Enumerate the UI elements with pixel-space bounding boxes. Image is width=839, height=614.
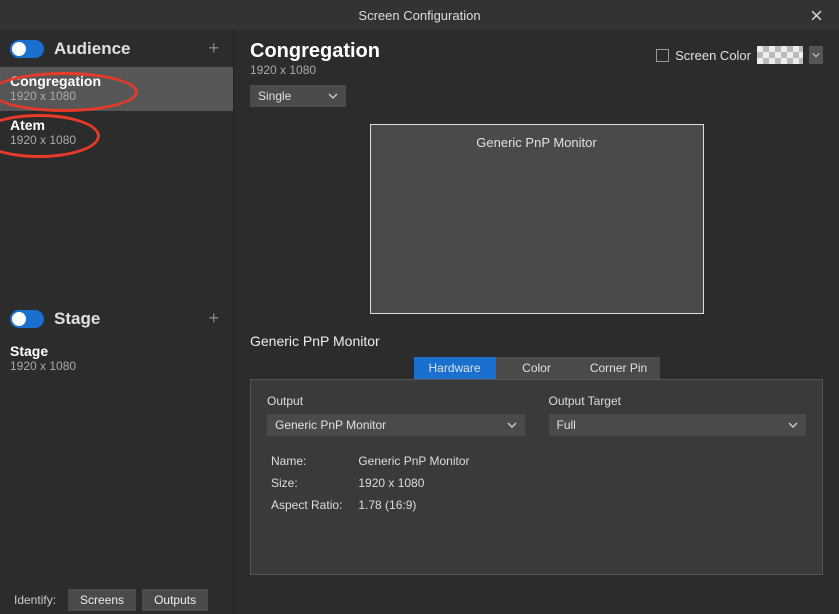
close-button[interactable] bbox=[794, 0, 839, 30]
screen-color-label: Screen Color bbox=[675, 48, 751, 63]
sidebar-item-congregation[interactable]: Congregation 1920 x 1080 bbox=[0, 67, 233, 111]
sidebar-item-atem[interactable]: Atem 1920 x 1080 bbox=[0, 111, 233, 155]
sidebar-item-resolution: 1920 x 1080 bbox=[10, 133, 223, 147]
identify-bar: Identify: Screens Outputs bbox=[0, 586, 233, 614]
info-name-value: Generic PnP Monitor bbox=[358, 454, 469, 468]
output-target-dropdown[interactable]: Full bbox=[549, 414, 807, 436]
window-title: Screen Configuration bbox=[358, 8, 480, 23]
chevron-down-icon bbox=[788, 420, 798, 430]
info-ar-label: Aspect Ratio: bbox=[271, 498, 355, 512]
screen-color-dropdown[interactable] bbox=[809, 46, 823, 64]
identify-screens-button[interactable]: Screens bbox=[68, 589, 136, 611]
identify-label: Identify: bbox=[14, 593, 56, 607]
audience-toggle[interactable] bbox=[10, 40, 44, 58]
monitor-preview[interactable]: Generic PnP Monitor bbox=[370, 124, 704, 314]
tab-corner-pin[interactable]: Corner Pin bbox=[578, 357, 660, 379]
sidebar-item-label: Stage bbox=[10, 343, 223, 359]
tab-color[interactable]: Color bbox=[496, 357, 578, 379]
output-target-label: Output Target bbox=[549, 394, 807, 408]
page-title: Congregation bbox=[250, 40, 656, 63]
details-title: Generic PnP Monitor bbox=[250, 333, 823, 349]
chevron-down-icon bbox=[507, 420, 517, 430]
screen-color-checkbox[interactable] bbox=[656, 49, 669, 62]
monitor-info: Name: Generic PnP Monitor Size: 1920 x 1… bbox=[267, 454, 806, 512]
stage-label: Stage bbox=[54, 309, 204, 329]
info-size-label: Size: bbox=[271, 476, 355, 490]
sidebar-item-stage[interactable]: Stage 1920 x 1080 bbox=[0, 337, 233, 381]
details-body: Output Generic PnP Monitor Output Target… bbox=[250, 379, 823, 575]
info-name-label: Name: bbox=[271, 454, 355, 468]
output-label: Output bbox=[267, 394, 525, 408]
add-audience-button[interactable]: + bbox=[204, 38, 223, 59]
title-bar: Screen Configuration bbox=[0, 0, 839, 30]
monitor-preview-label: Generic PnP Monitor bbox=[476, 135, 596, 150]
identify-outputs-button[interactable]: Outputs bbox=[142, 589, 208, 611]
screen-color-swatch[interactable] bbox=[757, 46, 803, 64]
audience-header: Audience + bbox=[0, 30, 233, 67]
page-resolution: 1920 x 1080 bbox=[250, 63, 656, 77]
audience-label: Audience bbox=[54, 39, 204, 59]
add-stage-button[interactable]: + bbox=[204, 308, 223, 329]
stage-toggle[interactable] bbox=[10, 310, 44, 328]
tab-hardware[interactable]: Hardware bbox=[414, 357, 496, 379]
main-panel: Congregation 1920 x 1080 Screen Color Si… bbox=[233, 30, 839, 614]
output-dropdown[interactable]: Generic PnP Monitor bbox=[267, 414, 525, 436]
stage-header: Stage + bbox=[0, 300, 233, 337]
sidebar-item-label: Congregation bbox=[10, 73, 223, 89]
sidebar-item-resolution: 1920 x 1080 bbox=[10, 89, 223, 103]
mode-value: Single bbox=[258, 89, 318, 103]
output-target-value: Full bbox=[557, 418, 779, 432]
info-size-value: 1920 x 1080 bbox=[358, 476, 424, 490]
sidebar-item-resolution: 1920 x 1080 bbox=[10, 359, 223, 373]
sidebar: Audience + Congregation 1920 x 1080 Atem… bbox=[0, 30, 233, 614]
details-tabs: Hardware Color Corner Pin bbox=[250, 357, 823, 379]
info-ar-value: 1.78 (16:9) bbox=[358, 498, 416, 512]
output-value: Generic PnP Monitor bbox=[275, 418, 497, 432]
sidebar-item-label: Atem bbox=[10, 117, 223, 133]
chevron-down-icon bbox=[328, 91, 338, 101]
mode-dropdown[interactable]: Single bbox=[250, 85, 346, 107]
